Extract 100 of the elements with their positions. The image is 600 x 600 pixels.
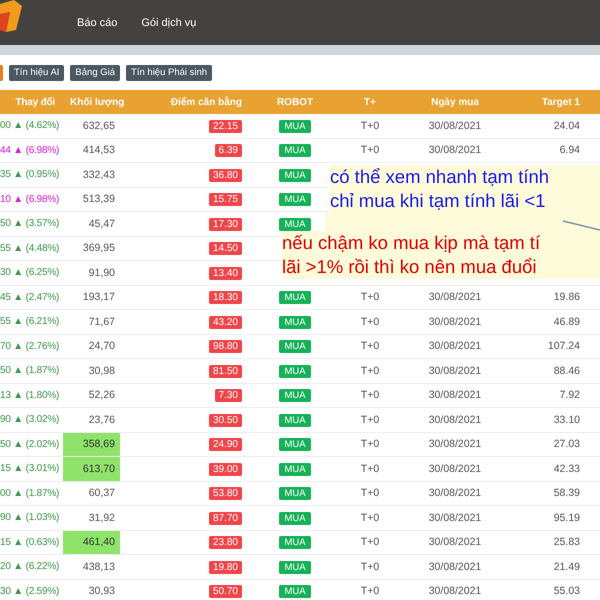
volume-cell-text: 513,39 [82, 192, 116, 208]
target-cell: 24.04 [554, 120, 580, 132]
column-header: Target 1 [540, 96, 581, 108]
change-cell: 35 ▲ (0.95%) [0, 169, 60, 180]
signal-badge: MUA [279, 291, 311, 304]
balance-badge: 23.80 [208, 536, 242, 550]
change-cell: 50 ▲ (2.02%) [0, 438, 60, 450]
table-cell: T+0 [360, 364, 380, 377]
balance-badge: 39.00 [208, 462, 242, 476]
table-cell: T+0 [360, 340, 380, 352]
volume-cell-text: 414,53 [82, 143, 116, 158]
table-cell: T+0 [360, 414, 380, 426]
volume-cell: 358,69 [63, 432, 120, 456]
balance-badge: 87.70 [208, 512, 242, 525]
volume-cell-text: 632,65 [82, 118, 116, 134]
balance-badge: 6.39 [214, 144, 242, 158]
signal-badge: MUA [279, 536, 311, 550]
tab-button[interactable]: Tín hiệu Phái sinh [126, 64, 212, 80]
tab-button[interactable]: Tín hiệu AI [9, 64, 64, 80]
change-cell: 50 ▲ (1.87%) [0, 365, 60, 376]
date-cell: 30/08/2021 [428, 364, 482, 377]
change-cell: 10 ▲ (6.98%) [0, 194, 60, 205]
date-cell: 30/08/2021 [428, 487, 482, 500]
target-cell: 95.19 [554, 512, 580, 524]
date-cell: 30/08/2021 [428, 585, 482, 598]
target-cell: 25.83 [554, 536, 580, 548]
nav-link[interactable]: Gói dịch vụ [141, 16, 196, 28]
target-cell: 107.24 [548, 340, 580, 352]
volume-cell-text: 71,67 [88, 314, 116, 330]
balance-badge: 7.30 [214, 389, 242, 402]
volume-cell: 613,70 [63, 457, 120, 480]
volume-cell-text: 24,70 [88, 339, 116, 354]
note-text: chỉ mua khi tạm tính lãi <1 [330, 189, 600, 213]
volume-cell-text: 52,26 [88, 388, 116, 404]
column-header: ROBOT [276, 96, 314, 108]
signal-badge: MUA [279, 585, 311, 598]
balance-badge: 19.80 [208, 560, 242, 574]
balance-badge: 13.40 [208, 266, 242, 280]
volume-cell-text: 193,17 [82, 290, 116, 306]
date-cell: 30/08/2021 [428, 340, 482, 352]
logo-icon [0, 0, 22, 32]
volume-cell-text: 369,95 [82, 241, 116, 256]
balance-badge: 17.30 [208, 218, 242, 231]
change-cell: 15 ▲ (0.63%) [0, 536, 60, 548]
volume-cell-text: 91,90 [88, 266, 116, 281]
volume-cell: 461,40 [63, 530, 120, 554]
signal-badge: MUA [279, 193, 311, 206]
change-cell: 55 ▲ (4.48%) [0, 242, 60, 254]
change-cell: 44 ▲ (6.98%) [0, 144, 60, 156]
balance-badge: 15.75 [208, 193, 242, 206]
target-cell: 42.33 [554, 462, 580, 475]
signal-badge: MUA [279, 462, 311, 476]
change-cell: 00 ▲ (1.87%) [0, 488, 60, 499]
table-cell: T+0 [360, 291, 380, 304]
date-cell: 30/08/2021 [428, 120, 482, 132]
change-cell: 45 ▲ (2.47%) [0, 292, 60, 303]
table-cell: T+0 [360, 438, 380, 450]
balance-badge: 81.50 [208, 364, 242, 378]
target-cell: 21.49 [554, 560, 580, 573]
table-cell: T+0 [360, 462, 380, 475]
date-cell: 30/08/2021 [428, 536, 482, 548]
balance-badge: 22.15 [208, 120, 242, 133]
volume-cell-text: 45,47 [88, 216, 116, 232]
balance-badge: 53.80 [208, 487, 242, 500]
signal-badge: MUA [279, 414, 311, 427]
signal-badge: MUA [279, 340, 311, 354]
date-cell: 30/08/2021 [428, 144, 482, 156]
note-text: nếu chậm ko mua kịp mà tạm tí [282, 231, 600, 255]
signal-badge: MUA [279, 120, 311, 133]
signal-badge: MUA [279, 512, 311, 525]
date-cell: 30/08/2021 [428, 316, 482, 328]
table-cell: T+0 [360, 144, 380, 156]
target-cell: 58.39 [554, 487, 580, 500]
volume-cell-text: 31,92 [88, 510, 116, 526]
tab-button[interactable]: Bảng Giá [70, 64, 120, 80]
table-cell: T+0 [360, 316, 380, 328]
target-cell: 88.46 [554, 364, 580, 377]
note-text: lãi >1% rồi thì ko nên mua đuổi [282, 255, 600, 279]
table-cell: T+0 [360, 560, 380, 573]
column-header: T+ [363, 96, 377, 108]
date-cell: 30/08/2021 [428, 462, 482, 475]
volume-cell-text: 30,93 [88, 584, 116, 600]
change-cell: 55 ▲ (6.21%) [0, 316, 60, 328]
change-cell: 20 ▲ (6.22%) [0, 561, 60, 572]
balance-badge: 24.90 [208, 438, 242, 452]
nav-link[interactable]: Báo cáo [77, 16, 118, 28]
column-header: Ngày mua [430, 96, 480, 108]
signal-badge: MUA [279, 144, 311, 158]
date-cell: 30/08/2021 [428, 512, 482, 524]
target-cell: 19.86 [554, 291, 580, 304]
balance-badge: 30.50 [208, 414, 242, 427]
target-cell: 33.10 [554, 414, 580, 426]
change-cell: 00 ▲ (4.62%) [0, 120, 60, 132]
target-cell: 55.03 [554, 585, 580, 598]
balance-badge: 18.30 [208, 291, 242, 304]
change-cell: 90 ▲ (3.02%) [0, 414, 60, 426]
signal-badge: MUA [279, 218, 311, 231]
signal-badge: MUA [279, 438, 311, 452]
signal-badge: MUA [279, 316, 311, 329]
date-cell: 30/08/2021 [428, 560, 482, 573]
